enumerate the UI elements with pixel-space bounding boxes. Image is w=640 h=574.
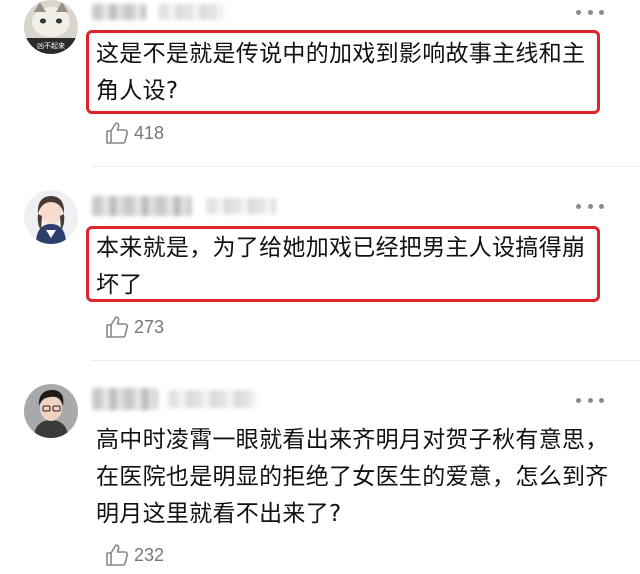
cat-avatar-icon: 凶不起来	[24, 0, 78, 54]
thumbs-up-icon	[106, 544, 129, 566]
more-dot-icon	[576, 203, 581, 209]
more-dot-icon	[599, 203, 604, 209]
like-count: 232	[134, 544, 165, 565]
divider	[92, 360, 640, 361]
like-button[interactable]: 232	[104, 542, 164, 568]
like-count: 273	[134, 316, 165, 337]
username-blurred[interactable]	[92, 4, 146, 20]
username-blurred[interactable]	[92, 388, 158, 410]
more-dot-icon	[587, 9, 593, 15]
more-dot-icon	[576, 397, 581, 403]
more-dot-icon	[576, 9, 581, 15]
more-dot-icon	[587, 203, 593, 209]
like-button[interactable]: 273	[104, 314, 164, 340]
user-badge-blurred	[206, 198, 276, 214]
more-options-button[interactable]	[576, 200, 604, 212]
more-options-button[interactable]	[576, 394, 604, 406]
more-dot-icon	[587, 397, 593, 403]
boy-avatar-icon	[24, 384, 78, 438]
more-options-button[interactable]	[576, 6, 604, 18]
comment-text: 本来就是，为了给她加戏已经把男主人设搞得崩坏了	[96, 235, 586, 298]
avatar[interactable]	[24, 190, 78, 244]
svg-text:凶不起来: 凶不起来	[37, 42, 65, 50]
thumbs-up-icon	[106, 316, 129, 338]
more-dot-icon	[599, 9, 604, 15]
avatar[interactable]	[24, 384, 78, 438]
avatar[interactable]: 凶不起来	[24, 0, 78, 54]
comment-text: 这是不是就是传说中的加戏到影响故事主线和主角人设?	[96, 41, 586, 104]
comment-text: 高中时凌霄一眼就看出来齐明月对贺子秋有意思，在医院也是明显的拒绝了女医生的爱意，…	[96, 427, 609, 527]
divider	[92, 166, 640, 167]
user-badge-blurred	[158, 4, 224, 20]
username-blurred[interactable]	[92, 196, 192, 216]
like-button[interactable]: 418	[104, 120, 164, 146]
girl-avatar-icon	[24, 190, 78, 244]
more-dot-icon	[599, 397, 604, 403]
thumbs-up-icon	[106, 122, 129, 144]
like-count: 418	[134, 122, 165, 143]
user-badge-blurred	[168, 390, 256, 408]
